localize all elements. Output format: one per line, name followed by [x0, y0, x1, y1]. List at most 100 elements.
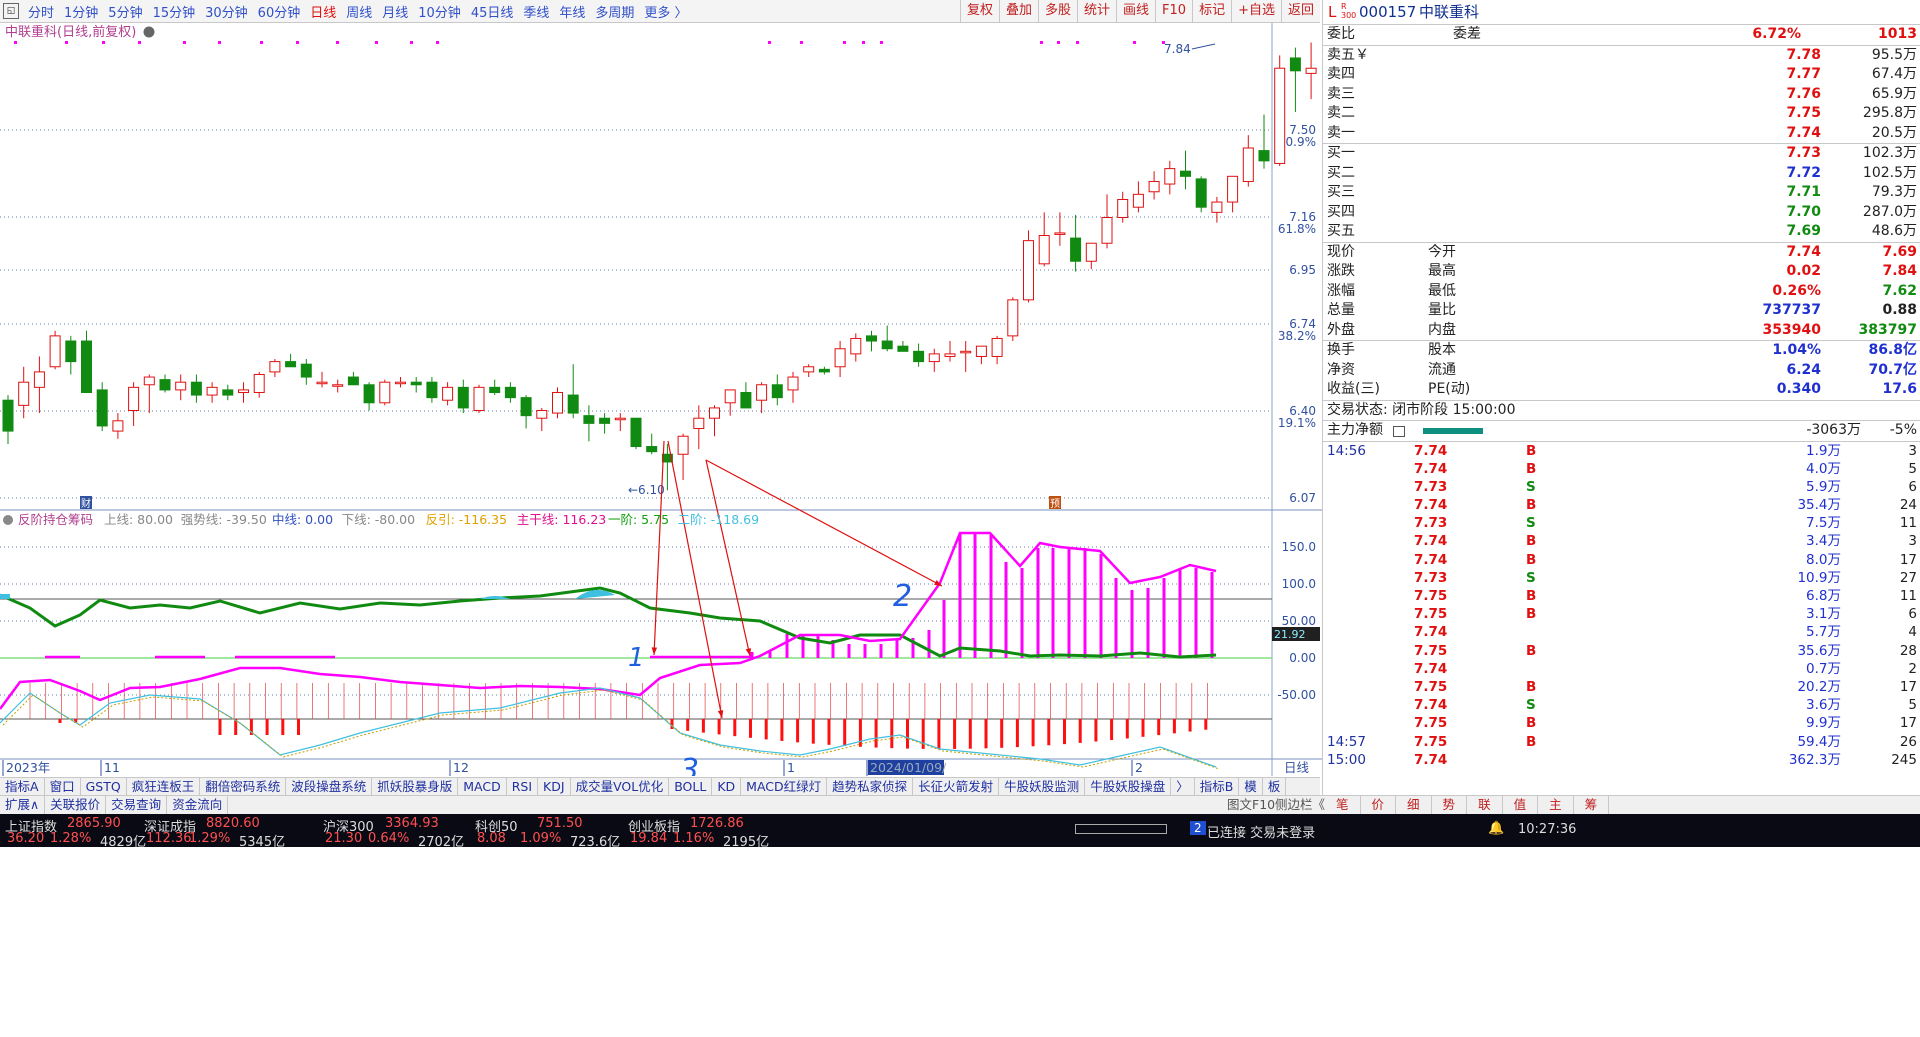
indicator-tab-18[interactable]: 〉	[1171, 778, 1195, 796]
tick-price: 7.74	[1414, 697, 1448, 714]
period-tab-12[interactable]: 年线	[559, 6, 585, 21]
indicator-tab-7[interactable]: MACD	[458, 778, 507, 796]
period-tab-6[interactable]: 日线	[310, 6, 336, 21]
period-tab-10[interactable]: 45日线	[471, 6, 514, 21]
quote-row: 买四 7.70 287.0万	[1323, 203, 1920, 223]
indicator-tab-17[interactable]: 牛股妖股操盘	[1085, 778, 1172, 796]
collapse-toggle-icon[interactable]: ◱	[3, 3, 19, 19]
quote-volume: 79.3万	[1871, 184, 1917, 200]
indicator-tab-6[interactable]: 抓妖股暴身版	[372, 778, 459, 796]
tool-1[interactable]: 叠加	[998, 0, 1038, 22]
tick-price: 7.75	[1414, 715, 1448, 732]
annotation-arrow	[667, 440, 723, 719]
candle	[960, 350, 972, 354]
bottom-tab-2[interactable]: 交易查询	[106, 796, 168, 814]
period-tab-2[interactable]: 5分钟	[108, 6, 142, 21]
period-tab-13[interactable]: 多周期	[595, 6, 634, 21]
indicator-tab-20[interactable]: 模	[1239, 778, 1263, 796]
indicator-tab-2[interactable]: GSTQ	[81, 778, 127, 796]
period-tab-0[interactable]: 分时	[28, 6, 54, 21]
side-tab-6[interactable]: 主	[1538, 796, 1574, 814]
candle	[1132, 193, 1144, 208]
pct-label: 61.8%	[1278, 222, 1316, 236]
indicator-tabs: 指标A 窗口 GSTQ 疯狂连板王 翻倍密码系统 波段操盘系统 抓妖股暴身版 MACD RSI K…	[0, 777, 1320, 796]
sidebar-label[interactable]: 侧边栏《	[1270, 796, 1330, 814]
candle	[771, 384, 783, 399]
tick-row: 7.75 20.2万 B 17	[1323, 678, 1920, 696]
indicator-tab-15[interactable]: 长征火箭发射	[913, 778, 1000, 796]
indicator-tab-10[interactable]: 成交量VOL优化	[571, 778, 670, 796]
connection-status[interactable]: 已连接 交易未登录	[1207, 822, 1315, 841]
tool-7[interactable]: +自选	[1231, 0, 1281, 22]
quote-price: 7.78	[1786, 46, 1821, 63]
tool-3[interactable]: 统计	[1077, 0, 1116, 22]
tick-volume: 35.4万	[1797, 497, 1841, 514]
tick-price: 7.74	[1414, 442, 1448, 459]
bottom-tab-3[interactable]: 资金流向	[167, 796, 229, 814]
side-tab-1[interactable]: 价	[1361, 796, 1397, 814]
index-badge: R 300	[1341, 2, 1357, 20]
indicator-tab-19[interactable]: 指标B	[1195, 778, 1240, 796]
candle	[1101, 216, 1113, 244]
period-tab-5[interactable]: 60分钟	[258, 6, 301, 21]
stat-value: 383797	[1858, 321, 1917, 338]
side-tab-7[interactable]: 筹	[1574, 796, 1610, 814]
candle	[65, 340, 77, 363]
indicator-tab-8[interactable]: RSI	[507, 778, 539, 796]
tool-0[interactable]: 复权	[959, 0, 999, 22]
bottom-tab-1[interactable]: 关联报价	[45, 796, 107, 814]
clock: 10:27:36	[1518, 822, 1577, 837]
list-icon[interactable]	[1393, 426, 1405, 437]
indicator-tab-14[interactable]: 趋势私家侦探	[827, 778, 914, 796]
side-tab-5[interactable]: 值	[1503, 796, 1539, 814]
indicator-value-0: 上线: 80.00	[104, 512, 173, 527]
candle	[677, 435, 689, 455]
indicator-tab-21[interactable]: 板	[1263, 778, 1287, 796]
period-label: 日线	[1284, 760, 1310, 775]
tick-direction: B	[1526, 642, 1537, 659]
tick-direction: B	[1526, 460, 1537, 477]
indicator-tab-3[interactable]: 疯狂连板王	[127, 778, 201, 796]
bell-icon[interactable]: 🔔	[1488, 821, 1504, 836]
period-tab-1[interactable]: 1分钟	[64, 6, 98, 21]
candle	[269, 361, 281, 373]
period-tab-3[interactable]: 15分钟	[153, 6, 196, 21]
indicator-tab-16[interactable]: 牛股妖股监测	[999, 778, 1086, 796]
indicator-tab-5[interactable]: 波段操盘系统	[286, 778, 373, 796]
tool-4[interactable]: 画线	[1116, 0, 1155, 22]
period-tab-9[interactable]: 10分钟	[418, 6, 461, 21]
indicator-tab-9[interactable]: KDJ	[538, 778, 571, 796]
indicator-tab-11[interactable]: BOLL	[669, 778, 713, 796]
stat-value: 17.6	[1882, 381, 1917, 397]
tick-volume: 59.4万	[1797, 733, 1841, 750]
tool-8[interactable]: 返回	[1280, 0, 1320, 22]
candle	[49, 335, 61, 368]
period-tab-4[interactable]: 30分钟	[205, 6, 248, 21]
period-tab-14[interactable]: 更多 〉	[644, 6, 687, 21]
period-tab-7[interactable]: 周线	[346, 6, 372, 21]
indicator-tab-12[interactable]: KD	[712, 778, 742, 796]
kline-chart-area[interactable]: 中联重科(日线,前复权) 7.50 7.16 6.95 6.74 6.40 6.07 80.…	[0, 23, 1322, 788]
side-tab-4[interactable]: 联	[1467, 796, 1503, 814]
period-tab-11[interactable]: 季线	[523, 6, 549, 21]
tool-5[interactable]: F10	[1155, 0, 1192, 22]
tool-6[interactable]: 标记	[1192, 0, 1231, 22]
x-axis-label: 2	[1135, 760, 1143, 775]
indicator-value-6: 一阶: 5.75	[608, 512, 669, 527]
signal-dot	[138, 41, 141, 44]
candle	[928, 353, 940, 363]
quote-price: 7.76	[1786, 85, 1821, 102]
bottom-tab-0[interactable]: 扩展∧	[0, 796, 46, 814]
tick-row: 7.74 0.7万 2	[1323, 660, 1920, 678]
period-tab-8[interactable]: 月线	[382, 6, 408, 21]
indicator-tab-1[interactable]: 窗口	[45, 778, 81, 796]
side-tab-3[interactable]: 势	[1432, 796, 1468, 814]
tool-2[interactable]: 多股	[1037, 0, 1077, 22]
quote-label: 买五	[1327, 223, 1355, 239]
indicator-tab-0[interactable]: 指标A	[0, 778, 45, 796]
quote-row: 卖四 7.77 67.4万	[1323, 65, 1920, 85]
indicator-tab-4[interactable]: 翻倍密码系统	[200, 778, 287, 796]
side-tab-2[interactable]: 细	[1396, 796, 1432, 814]
indicator-tab-13[interactable]: MACD红绿灯	[741, 778, 828, 796]
side-tab-0[interactable]: 笔	[1325, 796, 1361, 814]
